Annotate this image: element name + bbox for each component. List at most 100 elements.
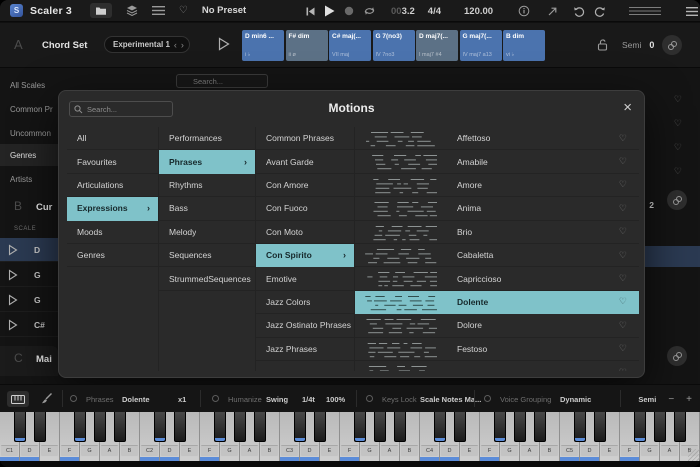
bg-sidebar-item[interactable]: Artists xyxy=(0,168,58,190)
black-key[interactable] xyxy=(654,412,666,442)
heart-icon[interactable]: ♡ xyxy=(619,273,627,284)
heart-icon[interactable]: ♡ xyxy=(674,118,682,129)
chord-card[interactable]: D min6 ...i ♭ xyxy=(242,30,284,61)
favorite-preset-button[interactable]: ♡ xyxy=(179,5,188,16)
bpm-value[interactable]: 120.00 xyxy=(464,6,493,17)
bg-scale-row[interactable]: G xyxy=(0,263,58,287)
resize-handle[interactable] xyxy=(688,449,700,461)
motion-item[interactable]: Anima♡ xyxy=(355,197,639,220)
close-icon[interactable]: × xyxy=(623,97,632,119)
browser-tab-button[interactable] xyxy=(90,3,112,18)
phrases-value[interactable]: Dolente xyxy=(122,395,150,404)
chord-card[interactable]: G 7(no3)IV 7no3 xyxy=(373,30,415,61)
link-button[interactable] xyxy=(662,35,682,55)
black-key[interactable] xyxy=(634,412,646,442)
humanize-value[interactable]: Swing xyxy=(266,395,288,404)
modal-col-subcategory-item[interactable]: Con Spirito› xyxy=(256,244,354,267)
redo-icon[interactable] xyxy=(594,6,606,17)
black-key[interactable] xyxy=(14,412,26,442)
modal-col-main-item[interactable]: Moods xyxy=(67,221,158,244)
motion-item[interactable]: Amabile♡ xyxy=(355,150,639,173)
scales-search-input[interactable] xyxy=(176,74,268,88)
black-key[interactable] xyxy=(234,412,246,442)
semi-minus-button[interactable]: − xyxy=(668,396,674,404)
black-key[interactable] xyxy=(434,412,446,442)
black-key[interactable] xyxy=(214,412,226,442)
phrases-multiplier[interactable]: x1 xyxy=(178,395,186,404)
bg-scale-row[interactable]: D xyxy=(0,238,58,262)
motion-item[interactable]: Festoso♡ xyxy=(355,338,639,361)
heart-icon[interactable]: ♡ xyxy=(674,94,682,105)
chord-card[interactable]: F# dimii ø xyxy=(286,30,328,61)
bg-scale-row[interactable]: C# xyxy=(0,313,58,337)
motion-item[interactable]: Cabaletta♡ xyxy=(355,244,639,267)
play-row-icon[interactable] xyxy=(8,269,18,281)
section-c-header[interactable]: C Mai xyxy=(0,346,58,376)
brush-icon[interactable] xyxy=(40,392,53,405)
modal-col-subcategory-item[interactable]: Common Phrases xyxy=(256,127,354,150)
modal-col-category-item[interactable]: StrummedSequences xyxy=(159,267,255,290)
section-b-link-button[interactable] xyxy=(667,190,687,210)
keyboard-toggle-button[interactable] xyxy=(7,391,29,407)
black-key[interactable] xyxy=(454,412,466,442)
keyslock-value[interactable]: Scale Notes Ma... xyxy=(420,395,481,404)
modal-col-subcategory-item[interactable]: Avant Garde xyxy=(256,150,354,173)
play-row-icon[interactable] xyxy=(8,319,18,331)
black-key[interactable] xyxy=(294,412,306,442)
black-key[interactable] xyxy=(154,412,166,442)
menu-icon[interactable] xyxy=(686,7,698,16)
play-icon[interactable] xyxy=(324,5,335,17)
black-key[interactable] xyxy=(34,412,46,442)
modal-col-main-item[interactable]: Articulations xyxy=(67,174,158,197)
motion-item[interactable]: Amore♡ xyxy=(355,174,639,197)
modal-col-main-item[interactable]: Genres xyxy=(67,244,158,267)
modal-col-category-item[interactable]: Sequences xyxy=(159,244,255,267)
black-key[interactable] xyxy=(374,412,386,442)
modal-col-category-item[interactable]: Rhythms xyxy=(159,174,255,197)
heart-icon[interactable]: ♡ xyxy=(619,156,627,167)
bg-sidebar-item[interactable]: All Scales xyxy=(0,74,58,96)
info-icon[interactable] xyxy=(518,5,530,17)
black-key[interactable] xyxy=(394,412,406,442)
semi-plus-button[interactable]: + xyxy=(686,396,692,404)
motion-item[interactable]: Dolore♡ xyxy=(355,314,639,337)
black-key[interactable] xyxy=(354,412,366,442)
motion-item[interactable]: ♡ xyxy=(355,361,639,371)
modal-col-category-item[interactable]: Melody xyxy=(159,221,255,244)
modal-col-category-item[interactable]: Bass xyxy=(159,197,255,220)
heart-icon[interactable]: ♡ xyxy=(674,166,682,177)
modal-col-main-item[interactable]: Favourites xyxy=(67,150,158,173)
black-key[interactable] xyxy=(314,412,326,442)
keyslock-toggle[interactable] xyxy=(366,395,373,402)
black-key[interactable] xyxy=(74,412,86,442)
modal-col-subcategory-item[interactable]: Con Fuoco xyxy=(256,197,354,220)
modal-col-subcategory-item[interactable]: Jazz Phrases xyxy=(256,338,354,361)
black-key[interactable] xyxy=(114,412,126,442)
modal-col-category-item[interactable]: Phrases› xyxy=(159,150,255,173)
modal-col-main-item[interactable]: Expressions› xyxy=(67,197,158,220)
undo-icon[interactable] xyxy=(573,6,585,17)
list-view-button[interactable] xyxy=(152,6,165,15)
export-arrow-icon[interactable] xyxy=(547,6,558,17)
motion-item[interactable]: Capriccioso♡ xyxy=(355,267,639,290)
chordset-preset-selector[interactable]: Experimental 1 ‹ › xyxy=(104,36,190,53)
heart-icon[interactable]: ♡ xyxy=(619,367,627,371)
heart-icon[interactable]: ♡ xyxy=(619,179,627,190)
preset-name[interactable]: No Preset xyxy=(202,5,246,16)
bg-sidebar-item[interactable]: Uncommon xyxy=(0,122,58,144)
play-row-icon[interactable] xyxy=(8,244,18,256)
modal-col-main-item[interactable]: All xyxy=(67,127,158,150)
loop-icon[interactable] xyxy=(363,6,376,16)
heart-icon[interactable]: ♡ xyxy=(674,142,682,153)
section-b-header[interactable]: B Cur xyxy=(0,194,58,220)
voice-grouping-toggle[interactable] xyxy=(484,395,491,402)
black-key[interactable] xyxy=(494,412,506,442)
phrases-toggle[interactable] xyxy=(70,395,77,402)
black-key[interactable] xyxy=(534,412,546,442)
bg-sidebar-item[interactable]: Genres xyxy=(0,144,58,166)
heart-icon[interactable]: ♡ xyxy=(619,296,627,307)
black-key[interactable] xyxy=(94,412,106,442)
chevron-right-icon[interactable]: › xyxy=(181,40,184,50)
chord-card[interactable]: D maj7(...I maj7 #4 xyxy=(416,30,458,61)
modal-col-subcategory-item[interactable]: Jazz Colors xyxy=(256,291,354,314)
